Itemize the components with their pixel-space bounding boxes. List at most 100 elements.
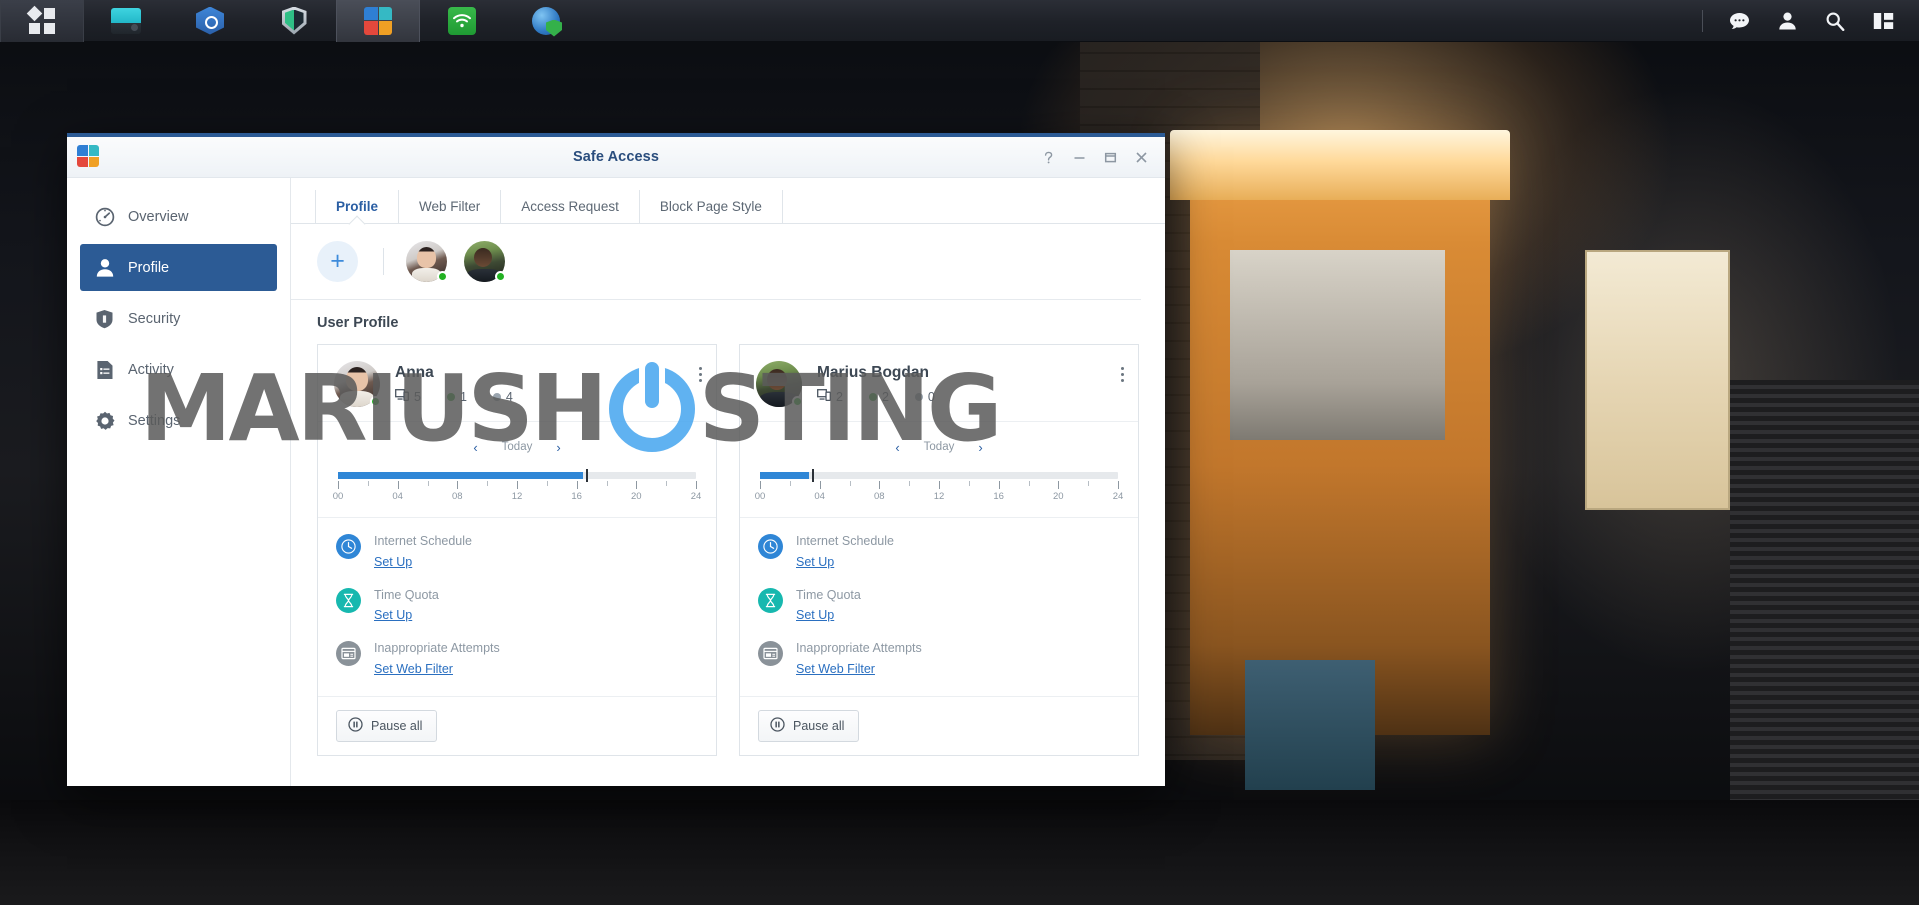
timeline-next-button[interactable]: › (978, 440, 982, 455)
card-menu-button[interactable] (1121, 367, 1124, 382)
background-bin (1245, 660, 1375, 790)
timeline-fill (338, 472, 583, 479)
sidebar-item-activity[interactable]: Activity (80, 346, 277, 393)
timeline-prev-button[interactable]: ‹ (473, 440, 477, 455)
hour-label: 16 (571, 491, 582, 502)
stat-devices: 2 (817, 389, 843, 404)
pause-icon (348, 717, 363, 735)
sidebar-item-settings[interactable]: Settings (80, 397, 277, 444)
status-dot-online (370, 396, 381, 407)
quick-action-link[interactable]: Set Web Filter (796, 662, 875, 676)
stat-offline: 4 (492, 390, 513, 404)
add-profile-label: + (330, 247, 345, 275)
taskbar-security-shield-button[interactable] (252, 0, 336, 42)
safe-access-window: Safe Access Overview Profile Security Ac… (67, 133, 1165, 786)
timeline-nav: ‹ Today › (336, 436, 698, 458)
quick-action-title: Inappropriate Attempts (374, 641, 500, 656)
sidebar-item-label: Activity (128, 361, 174, 378)
card-menu-button[interactable] (699, 367, 702, 382)
timeline-hour-labels: 00 04 08 12 16 20 24 (333, 491, 702, 505)
tab-block-page-style[interactable]: Block Page Style (640, 190, 783, 223)
taskbar-dsm-window-button[interactable] (84, 0, 168, 42)
sidebar-item-overview[interactable]: Overview (80, 193, 277, 240)
taskbar-wifi-button[interactable] (420, 0, 504, 42)
quick-action-title: Time Quota (374, 587, 439, 602)
quick-action-link[interactable]: Set Up (374, 555, 412, 569)
widgets-button[interactable] (1861, 0, 1905, 42)
window-titlebar[interactable]: Safe Access (67, 137, 1165, 178)
pause-all-button[interactable]: Pause all (336, 709, 438, 742)
taskbar-security-advisor-button[interactable] (504, 0, 588, 42)
taskbar-network-center-button[interactable] (168, 0, 252, 42)
quick-action-link[interactable]: Set Up (796, 555, 834, 569)
account-button[interactable] (1765, 0, 1809, 42)
sidebar-item-label: Settings (128, 412, 181, 429)
stat-offline: 0 (914, 390, 935, 404)
avatar[interactable] (756, 361, 803, 407)
quick-action-inappropriate-attempts: Inappropriate Attempts Set Web Filter (758, 641, 1120, 678)
quick-action-inappropriate-attempts: Inappropriate Attempts Set Web Filter (336, 641, 698, 678)
tab-label: Profile (336, 199, 379, 214)
tab-profile[interactable]: Profile (315, 190, 400, 223)
clock-icon (758, 534, 783, 559)
wifi-icon (448, 6, 476, 35)
quick-action-title: Time Quota (796, 587, 861, 602)
timeline-prev-button[interactable]: ‹ (895, 440, 899, 455)
quick-action-link[interactable]: Set Up (796, 608, 834, 622)
profile-card-marius-bogdan: Marius Bogdan 2 2 0 ‹ Today › 00 04 08 1… (739, 344, 1139, 756)
sidebar: Overview Profile Security Activity Setti… (67, 178, 291, 786)
hour-label: 20 (631, 491, 642, 502)
hour-label: 20 (1053, 491, 1064, 502)
close-button[interactable] (1126, 137, 1157, 178)
tab-label: Access Request (521, 199, 619, 214)
devices-icon (817, 389, 831, 404)
hourglass-icon (336, 587, 361, 613)
tab-web-filter[interactable]: Web Filter (399, 190, 502, 223)
add-profile-button[interactable]: + (317, 241, 358, 282)
help-button[interactable] (1033, 137, 1064, 178)
avatar-marius-bogdan[interactable] (464, 241, 506, 282)
grid-squares-icon (26, 5, 55, 34)
avatar[interactable] (334, 361, 381, 407)
stat-devices: 5 (395, 389, 421, 404)
tab-access-request[interactable]: Access Request (501, 190, 640, 223)
stat-online: 2 (868, 389, 889, 404)
speedometer-icon (94, 206, 115, 227)
hour-label: 24 (1112, 491, 1124, 502)
devices-count: 2 (836, 389, 843, 404)
network-hex-icon (196, 6, 224, 35)
online-count: 2 (881, 389, 889, 404)
clock-icon (336, 534, 361, 559)
quick-actions-list: Internet Schedule Set Up Time Quota Set … (318, 518, 716, 696)
tray-divider (1702, 9, 1703, 32)
person-icon (94, 257, 115, 278)
card-timeline: ‹ Today › 00 04 08 12 16 20 24 (740, 422, 1138, 518)
document-list-icon (94, 359, 115, 380)
minimize-button[interactable] (1064, 137, 1095, 178)
avatar-anna[interactable] (406, 241, 448, 282)
search-button[interactable] (1813, 0, 1857, 42)
taskbar-safe-access-button[interactable] (336, 0, 420, 42)
timeline-ticks (760, 481, 1119, 490)
card-footer: Pause all (318, 695, 716, 755)
timeline-bar[interactable]: 00 04 08 12 16 20 24 (755, 469, 1123, 505)
timeline-day-label: Today (501, 441, 533, 453)
timeline-next-button[interactable]: › (556, 440, 560, 455)
quick-action-link[interactable]: Set Web Filter (374, 662, 453, 676)
notifications-button[interactable] (1717, 0, 1761, 42)
sidebar-item-profile[interactable]: Profile (80, 244, 277, 291)
maximize-button[interactable] (1095, 137, 1126, 178)
background-shutter (1730, 380, 1919, 800)
online-count: 1 (459, 389, 467, 404)
timeline-bar[interactable]: 00 04 08 12 16 20 24 (333, 469, 702, 505)
pause-icon (770, 717, 785, 735)
sidebar-item-security[interactable]: Security (80, 295, 277, 342)
browser-window-icon (336, 641, 361, 667)
devices-icon (395, 389, 409, 404)
card-header: Anna 5 1 4 (318, 345, 716, 422)
taskbar-main-menu-button[interactable] (0, 0, 84, 42)
quick-action-internet-schedule: Internet Schedule Set Up (758, 534, 1120, 571)
quick-action-link[interactable]: Set Up (374, 608, 412, 622)
pause-all-button[interactable]: Pause all (758, 709, 860, 742)
taskbar-right-tray (1702, 0, 1919, 42)
